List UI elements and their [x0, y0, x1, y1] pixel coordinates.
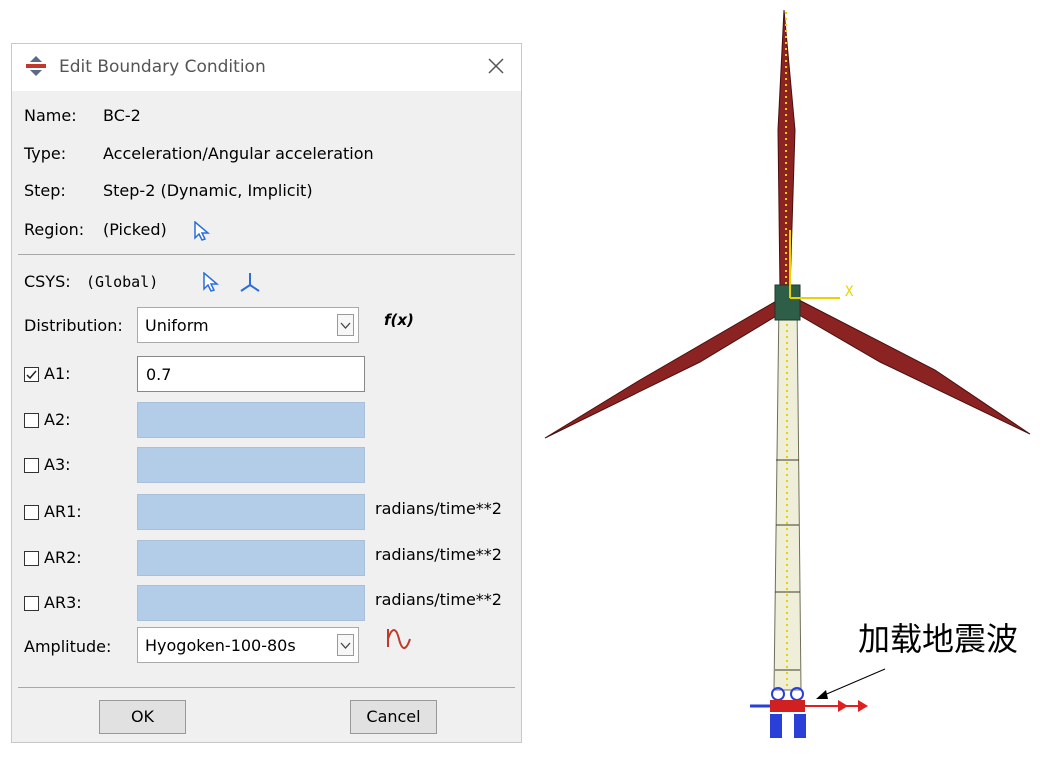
field-value: 0.7: [146, 365, 172, 384]
separator: [18, 254, 515, 255]
amplitude-value: Hyogoken-100-80s: [145, 636, 296, 655]
select-arrow-icon[interactable]: [202, 272, 220, 292]
checkbox-check-icon: [26, 370, 37, 380]
amplitude-label: Amplitude:: [24, 637, 112, 656]
fx-button[interactable]: f(x): [384, 311, 414, 329]
field-input-a1[interactable]: 0.7: [137, 356, 365, 392]
edit-boundary-condition-dialog: Edit Boundary Condition Name: BC-2 Type:…: [11, 43, 522, 743]
chevron-down-icon[interactable]: [337, 314, 354, 336]
field-label: A3:: [44, 455, 71, 474]
annotation-arrowhead: [816, 690, 828, 699]
name-label: Name:: [24, 106, 77, 125]
dialog-titlebar[interactable]: Edit Boundary Condition: [12, 44, 521, 91]
field-unit: radians/time**2: [375, 499, 502, 518]
step-label: Step:: [24, 181, 66, 200]
cancel-button[interactable]: Cancel: [350, 700, 437, 734]
csys-value: (Global): [86, 273, 159, 291]
type-label: Type:: [24, 144, 67, 163]
type-value: Acceleration/Angular acceleration: [103, 144, 374, 163]
checkbox-ar1[interactable]: [24, 505, 39, 520]
separator: [18, 687, 515, 688]
checkbox-a2[interactable]: [24, 413, 39, 428]
distribution-value: Uniform: [145, 316, 209, 335]
amplitude-icon[interactable]: [384, 627, 412, 651]
close-icon[interactable]: [485, 55, 507, 77]
ok-button[interactable]: OK: [99, 700, 186, 734]
blade-left: [544, 299, 779, 439]
field-input-ar2[interactable]: [137, 540, 365, 576]
field-label: AR3:: [44, 593, 82, 612]
hub: [774, 284, 801, 321]
csys-label: CSYS:: [24, 272, 71, 291]
step-value: Step-2 (Dynamic, Implicit): [103, 181, 313, 200]
amplitude-select[interactable]: Hyogoken-100-80s: [137, 627, 359, 663]
field-label: A2:: [44, 410, 71, 429]
region-label: Region:: [24, 220, 85, 239]
blade-right: [798, 299, 1031, 435]
field-unit: radians/time**2: [375, 545, 502, 564]
boundary-condition-icon: [26, 56, 46, 76]
annotation-label: 加载地震波: [858, 620, 1019, 658]
field-input-ar1[interactable]: [137, 494, 365, 530]
select-arrow-icon[interactable]: [193, 221, 211, 241]
field-input-ar3[interactable]: [137, 585, 365, 621]
checkbox-a1[interactable]: [24, 367, 39, 382]
distribution-select[interactable]: Uniform: [137, 307, 359, 343]
field-label: A1:: [44, 364, 71, 383]
checkbox-ar2[interactable]: [24, 551, 39, 566]
checkbox-a3[interactable]: [24, 458, 39, 473]
distribution-label: Distribution:: [24, 316, 123, 335]
annotation-leader-line: [821, 668, 886, 697]
csys-axis-icon[interactable]: [238, 271, 262, 293]
dialog-title: Edit Boundary Condition: [59, 57, 266, 77]
field-input-a3[interactable]: [137, 447, 365, 483]
field-label: AR1:: [44, 502, 82, 521]
field-input-a2[interactable]: [137, 402, 365, 438]
region-value: (Picked): [103, 220, 167, 239]
name-value: BC-2: [103, 106, 141, 125]
field-label: AR2:: [44, 548, 82, 567]
field-unit: radians/time**2: [375, 590, 502, 609]
boundary-condition-symbols: [750, 687, 868, 738]
x-axis-label: X: [845, 284, 854, 300]
chevron-down-icon[interactable]: [337, 634, 354, 656]
checkbox-ar3[interactable]: [24, 596, 39, 611]
